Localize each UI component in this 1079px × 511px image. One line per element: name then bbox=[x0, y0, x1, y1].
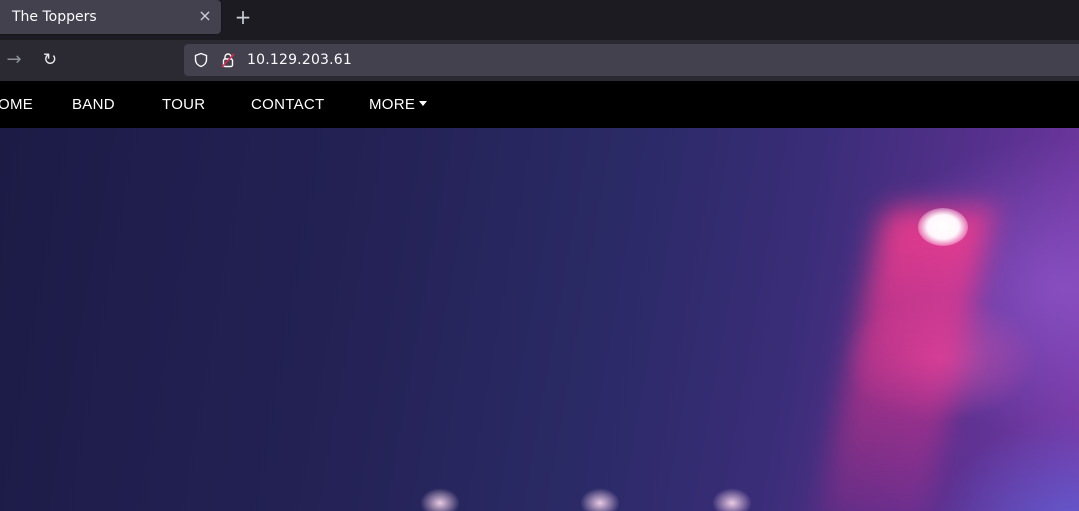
site-nav-bar: OME BAND TOUR CONTACT MORE bbox=[0, 81, 1079, 128]
close-icon[interactable]: × bbox=[196, 6, 214, 26]
nav-contact[interactable]: CONTACT bbox=[251, 96, 324, 113]
nav-home[interactable]: OME bbox=[0, 96, 33, 113]
browser-tab-bar: The Toppers × + bbox=[0, 0, 1079, 40]
new-tab-icon[interactable]: + bbox=[232, 5, 254, 29]
insecure-lock-icon[interactable] bbox=[220, 52, 236, 68]
forward-icon[interactable]: → bbox=[2, 49, 26, 71]
hero-image bbox=[0, 128, 1079, 511]
shield-icon[interactable] bbox=[193, 52, 209, 68]
nav-band[interactable]: BAND bbox=[72, 96, 115, 113]
browser-nav-bar: → ↻ 10.129.203.61 bbox=[0, 40, 1079, 81]
nav-more-label: MORE bbox=[369, 96, 416, 113]
stage-light bbox=[712, 488, 752, 511]
url-bar[interactable]: 10.129.203.61 bbox=[184, 44, 1079, 76]
browser-tab[interactable]: The Toppers × bbox=[0, 0, 221, 34]
stage-light-beam bbox=[815, 208, 995, 511]
spotlight bbox=[918, 208, 968, 246]
url-text[interactable]: 10.129.203.61 bbox=[247, 52, 352, 68]
reload-icon[interactable]: ↻ bbox=[38, 49, 62, 71]
stage-light bbox=[420, 488, 460, 511]
nav-more[interactable]: MORE bbox=[369, 96, 428, 113]
stage-light bbox=[580, 488, 620, 511]
caret-down-icon bbox=[419, 101, 428, 106]
nav-tour[interactable]: TOUR bbox=[162, 96, 205, 113]
tab-title: The Toppers bbox=[12, 9, 97, 25]
